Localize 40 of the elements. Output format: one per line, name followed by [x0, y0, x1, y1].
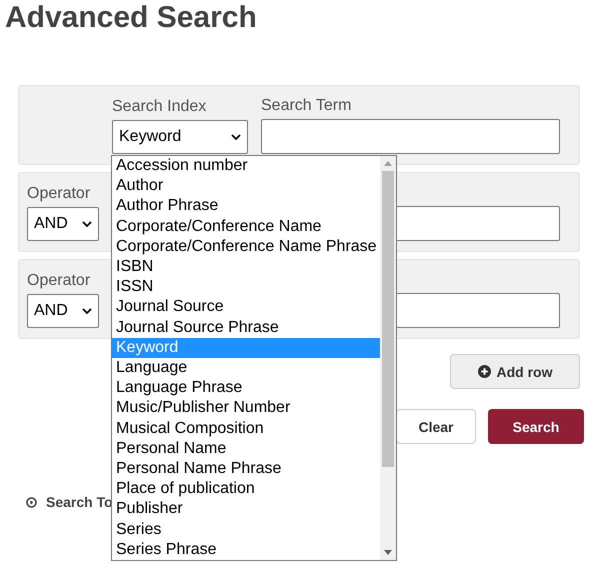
- dropdown-option[interactable]: Place of publication: [112, 479, 380, 500]
- dropdown-option[interactable]: Publisher: [112, 499, 380, 520]
- search-index-select[interactable]: Keyword: [112, 120, 248, 154]
- field-label: Search Index: [112, 98, 208, 117]
- dropdown-option[interactable]: Personal Name: [112, 438, 380, 460]
- scroll-down-icon[interactable]: [384, 550, 392, 555]
- dropdown-option[interactable]: Language: [112, 358, 380, 378]
- dropdown-option[interactable]: Journal Source: [112, 297, 380, 318]
- operator-select[interactable]: AND: [27, 207, 99, 241]
- dropdown-option[interactable]: Author Phrase: [112, 196, 380, 217]
- add-row-button[interactable]: Add row: [450, 354, 580, 389]
- chevron-icon: [82, 221, 92, 227]
- dropdown-option[interactable]: Corporate/Conference Name Phrase: [112, 236, 380, 258]
- dropdown-option[interactable]: Language Phrase: [112, 378, 380, 398]
- dropdown-option[interactable]: ISSN: [112, 277, 380, 298]
- plus-circle-icon: [478, 365, 490, 378]
- dropdown-option[interactable]: Personal Name Phrase: [112, 459, 380, 480]
- scroll-up-icon[interactable]: [384, 161, 392, 166]
- page-title: Advanced Search: [4, 0, 258, 36]
- operator-select[interactable]: AND: [27, 294, 99, 328]
- play-circle-icon: [26, 496, 37, 508]
- dropdown-option[interactable]: Series Phrase: [112, 540, 380, 560]
- scrollbar-thumb[interactable]: [382, 171, 394, 467]
- search-button[interactable]: Search: [488, 409, 584, 444]
- dropdown-option[interactable]: Corporate/Conference Name: [112, 216, 380, 237]
- search-term-field[interactable]: [261, 119, 560, 154]
- chevron-icon: [231, 134, 241, 140]
- field-label: Operator: [27, 185, 92, 204]
- chevron-icon: [82, 308, 92, 314]
- field-label: Search Term: [261, 97, 352, 116]
- dropdown-option[interactable]: Author: [112, 176, 380, 196]
- dropdown-option[interactable]: Accession number: [112, 156, 380, 176]
- dropdown-option[interactable]: Journal Source Phrase: [112, 318, 380, 338]
- dropdown-option[interactable]: Musical Composition: [112, 418, 380, 439]
- dropdown-option[interactable]: Music/Publisher Number: [112, 398, 380, 419]
- scrollbar[interactable]: [380, 156, 396, 560]
- dropdown-option[interactable]: ISBN: [112, 257, 380, 278]
- dropdown-option[interactable]: Series: [112, 520, 380, 540]
- field-label: Operator: [27, 272, 92, 291]
- clear-button[interactable]: Clear: [396, 409, 476, 444]
